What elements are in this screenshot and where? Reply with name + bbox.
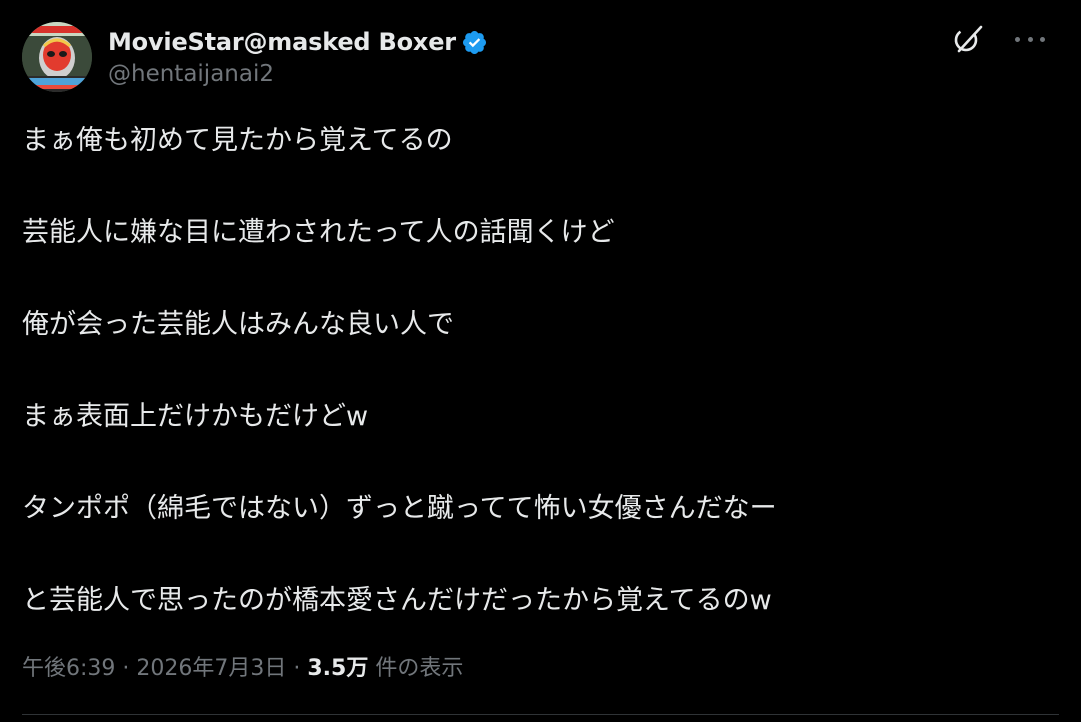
- view-count[interactable]: 3.5万: [307, 656, 368, 681]
- author-identity: MovieStar@masked Boxer @hentaijanai2: [108, 22, 488, 87]
- verified-badge-icon[interactable]: [461, 29, 488, 56]
- tweet-line: 芸能人に嫌な目に遭わされたって人の話聞くけど: [22, 217, 615, 248]
- tweet-line: タンポポ（綿毛ではない）ずっと蹴ってて怖い女優さんだなー: [22, 493, 777, 524]
- grok-icon[interactable]: [951, 22, 985, 56]
- author-handle[interactable]: @hentaijanai2: [108, 61, 488, 87]
- tweet-meta: 午後6:39 · 2026年7月3日 · 3.5万 件の表示: [22, 650, 463, 682]
- author-display-name[interactable]: MovieStar@masked Boxer: [108, 28, 456, 56]
- divider: [22, 714, 1059, 715]
- tweet-line: まぁ俺も初めて見たから覚えてるの: [22, 125, 453, 156]
- tweet-header: MovieStar@masked Boxer @hentaijanai2: [22, 22, 1059, 96]
- tweet-card: MovieStar@masked Boxer @hentaijanai2 まぁ俺…: [0, 0, 1081, 722]
- avatar-image: [22, 22, 92, 92]
- tweet-actions: [951, 22, 1045, 56]
- avatar[interactable]: [22, 22, 92, 92]
- name-row: MovieStar@masked Boxer: [108, 25, 488, 59]
- meta-separator: ·: [286, 656, 308, 681]
- more-dots-icon[interactable]: [1015, 22, 1045, 56]
- meta-separator: ·: [115, 656, 137, 681]
- tweet-line: 俺が会った芸能人はみんな良い人で: [22, 309, 454, 340]
- tweet-date[interactable]: 2026年7月3日: [136, 656, 286, 681]
- view-count-label: 件の表示: [368, 656, 464, 681]
- tweet-text: まぁ俺も初めて見たから覚えてるの 芸能人に嫌な目に遭わされたって人の話聞くけど …: [22, 118, 1059, 624]
- tweet-line: と芸能人で思ったのが橋本愛さんだけだったから覚えてるのw: [22, 585, 772, 616]
- tweet-line: まぁ表面上だけかもだけどw: [22, 401, 369, 432]
- tweet-time[interactable]: 午後6:39: [22, 656, 115, 681]
